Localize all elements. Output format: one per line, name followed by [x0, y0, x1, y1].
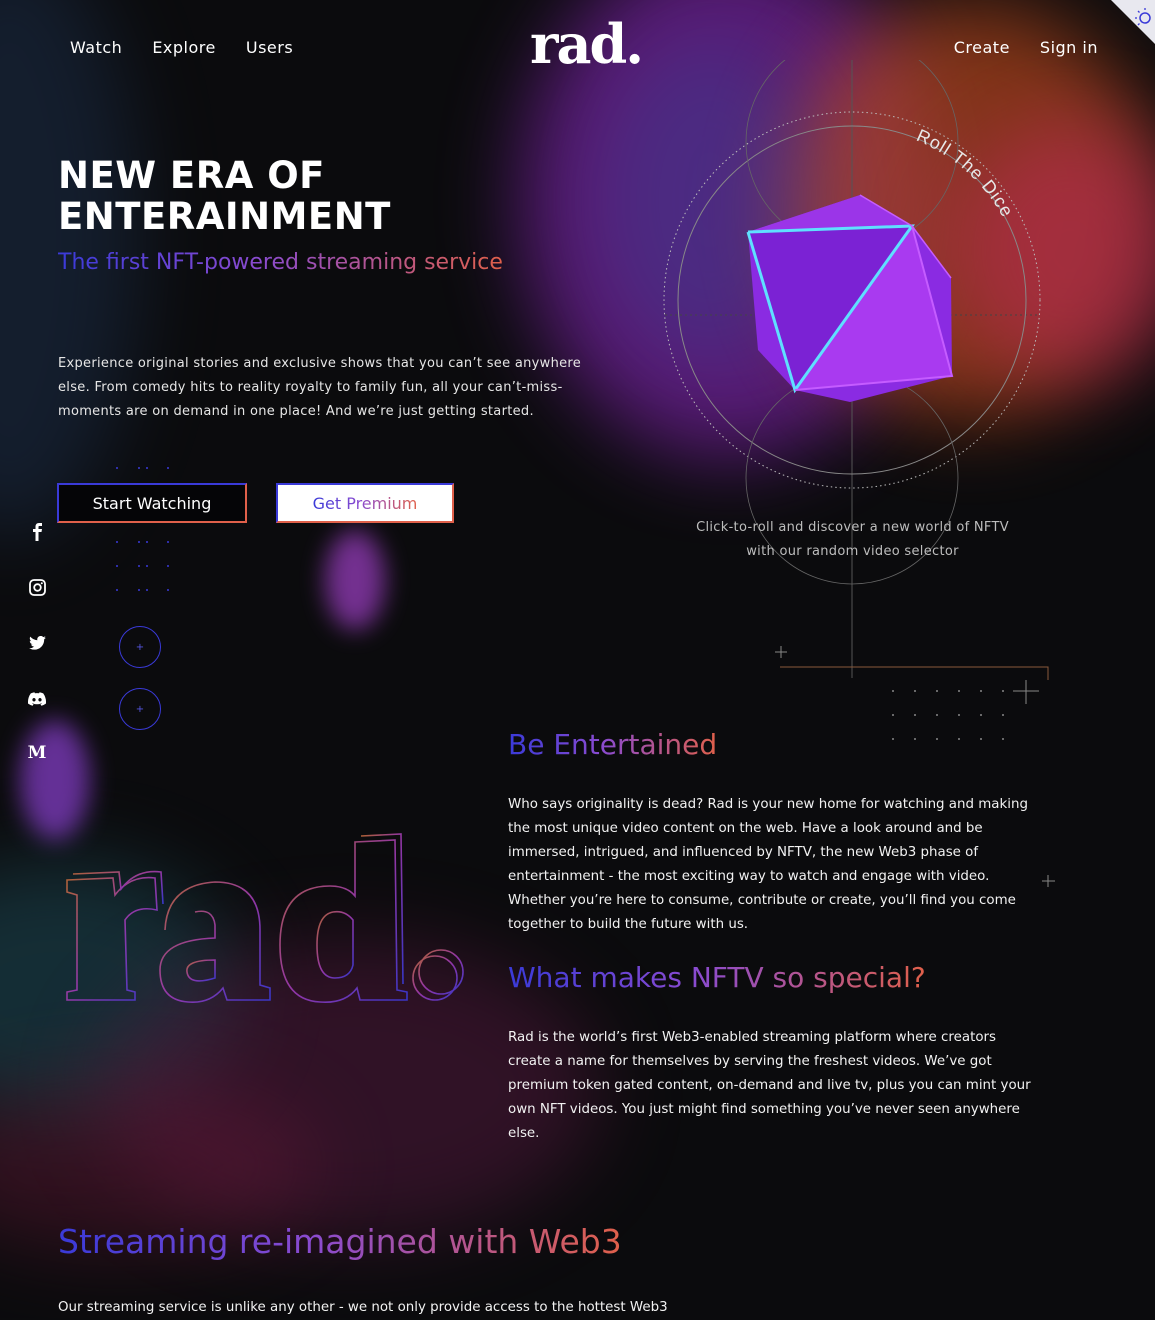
dice-ring-label: Roll The Dice: [914, 125, 1017, 221]
get-premium-label: Get Premium: [312, 493, 418, 513]
nav-users[interactable]: Users: [246, 38, 293, 57]
get-premium-button[interactable]: Get Premium: [276, 483, 454, 523]
streaming-web3-heading: Streaming re-imagined with Web3: [58, 1222, 622, 1261]
hero-description: Experience original stories and exclusiv…: [58, 356, 582, 419]
streaming-web3-text: Our streaming service is unlike any othe…: [58, 1300, 668, 1315]
twitter-icon[interactable]: [26, 632, 48, 654]
nav-create[interactable]: Create: [954, 38, 1010, 57]
be-entertained-text: Who says originality is dead? Rad is you…: [508, 797, 1028, 932]
primary-nav: Watch Explore Users: [70, 38, 293, 57]
nftv-special-heading: What makes NFTV so special?: [508, 961, 926, 994]
theme-toggle-icon[interactable]: [1111, 0, 1155, 44]
roll-the-dice-widget[interactable]: Roll The Dice: [650, 60, 1070, 680]
dice-caption: Click-to-roll and discover a new world o…: [696, 520, 1009, 559]
nav-explore[interactable]: Explore: [152, 38, 216, 57]
hero-title: NEW ERA OF ENTERAINMENT: [58, 154, 391, 238]
medium-icon[interactable]: M: [26, 742, 48, 764]
nftv-special-text: Rad is the world’s first Web3-enabled st…: [508, 1030, 1031, 1141]
site-logo[interactable]: rad.: [530, 12, 644, 76]
carousel-up-button[interactable]: +: [119, 626, 161, 668]
dot-grid-decoration: [116, 467, 169, 591]
facebook-icon[interactable]: [26, 521, 48, 543]
instagram-icon[interactable]: [26, 576, 48, 598]
account-nav: Create Sign in: [954, 38, 1098, 57]
svg-text:Roll The Dice: Roll The Dice: [914, 125, 1018, 221]
nav-watch[interactable]: Watch: [70, 38, 122, 57]
nav-sign-in[interactable]: Sign in: [1040, 38, 1098, 57]
dice-icon: [746, 194, 954, 402]
start-watching-button[interactable]: Start Watching: [57, 483, 247, 523]
be-entertained-heading: Be Entertained: [508, 728, 718, 761]
rad-outline-logo-art: [66, 833, 464, 1004]
hero-subtitle: The first NFT-powered streaming service: [58, 250, 503, 275]
discord-icon[interactable]: [26, 688, 48, 710]
carousel-down-button[interactable]: +: [119, 688, 161, 730]
